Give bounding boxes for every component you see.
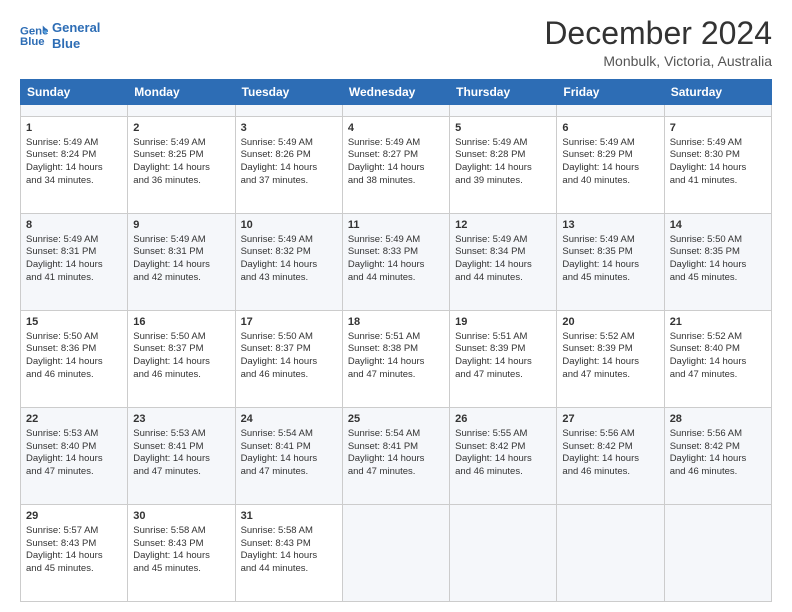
table-row: 2Sunrise: 5:49 AMSunset: 8:25 PMDaylight… (128, 116, 235, 213)
svg-text:Blue: Blue (20, 35, 45, 47)
table-row: 18Sunrise: 5:51 AMSunset: 8:38 PMDayligh… (342, 310, 449, 407)
table-row: 4Sunrise: 5:49 AMSunset: 8:27 PMDaylight… (342, 116, 449, 213)
col-sunday: Sunday (21, 80, 128, 105)
header: General Blue General Blue December 2024 … (20, 16, 772, 69)
table-row: 5Sunrise: 5:49 AMSunset: 8:28 PMDaylight… (450, 116, 557, 213)
table-row: 1Sunrise: 5:49 AMSunset: 8:24 PMDaylight… (21, 116, 128, 213)
table-row (557, 504, 664, 601)
col-wednesday: Wednesday (342, 80, 449, 105)
day-number: 28 (670, 412, 766, 427)
calendar-table: Sunday Monday Tuesday Wednesday Thursday… (20, 79, 772, 602)
page: General Blue General Blue December 2024 … (0, 0, 792, 612)
table-row: 8Sunrise: 5:49 AMSunset: 8:31 PMDaylight… (21, 213, 128, 310)
table-row: 6Sunrise: 5:49 AMSunset: 8:29 PMDaylight… (557, 116, 664, 213)
table-row: 25Sunrise: 5:54 AMSunset: 8:41 PMDayligh… (342, 407, 449, 504)
day-number: 7 (670, 121, 766, 136)
calendar-week-row: 15Sunrise: 5:50 AMSunset: 8:36 PMDayligh… (21, 310, 772, 407)
day-number: 11 (348, 218, 444, 233)
day-number: 22 (26, 412, 122, 427)
table-row: 23Sunrise: 5:53 AMSunset: 8:41 PMDayligh… (128, 407, 235, 504)
calendar-week-row: 22Sunrise: 5:53 AMSunset: 8:40 PMDayligh… (21, 407, 772, 504)
day-number: 16 (133, 315, 229, 330)
day-number: 12 (455, 218, 551, 233)
table-row (450, 504, 557, 601)
day-number: 21 (670, 315, 766, 330)
table-row (342, 504, 449, 601)
table-row (450, 105, 557, 116)
table-row: 13Sunrise: 5:49 AMSunset: 8:35 PMDayligh… (557, 213, 664, 310)
day-number: 1 (26, 121, 122, 136)
col-monday: Monday (128, 80, 235, 105)
table-row: 16Sunrise: 5:50 AMSunset: 8:37 PMDayligh… (128, 310, 235, 407)
table-row (664, 504, 771, 601)
day-number: 6 (562, 121, 658, 136)
day-number: 10 (241, 218, 337, 233)
day-number: 9 (133, 218, 229, 233)
day-number: 8 (26, 218, 122, 233)
day-number: 13 (562, 218, 658, 233)
table-row: 30Sunrise: 5:58 AMSunset: 8:43 PMDayligh… (128, 504, 235, 601)
col-friday: Friday (557, 80, 664, 105)
day-number: 5 (455, 121, 551, 136)
table-row: 10Sunrise: 5:49 AMSunset: 8:32 PMDayligh… (235, 213, 342, 310)
table-row: 15Sunrise: 5:50 AMSunset: 8:36 PMDayligh… (21, 310, 128, 407)
day-number: 2 (133, 121, 229, 136)
day-number: 26 (455, 412, 551, 427)
table-row (664, 105, 771, 116)
table-row: 7Sunrise: 5:49 AMSunset: 8:30 PMDaylight… (664, 116, 771, 213)
calendar-week-row: 1Sunrise: 5:49 AMSunset: 8:24 PMDaylight… (21, 116, 772, 213)
table-row: 9Sunrise: 5:49 AMSunset: 8:31 PMDaylight… (128, 213, 235, 310)
day-number: 17 (241, 315, 337, 330)
calendar-week-row: 8Sunrise: 5:49 AMSunset: 8:31 PMDaylight… (21, 213, 772, 310)
table-row: 11Sunrise: 5:49 AMSunset: 8:33 PMDayligh… (342, 213, 449, 310)
table-row (557, 105, 664, 116)
table-row: 3Sunrise: 5:49 AMSunset: 8:26 PMDaylight… (235, 116, 342, 213)
day-number: 23 (133, 412, 229, 427)
table-row: 19Sunrise: 5:51 AMSunset: 8:39 PMDayligh… (450, 310, 557, 407)
day-number: 31 (241, 509, 337, 524)
table-row (128, 105, 235, 116)
calendar-header-row: Sunday Monday Tuesday Wednesday Thursday… (21, 80, 772, 105)
col-thursday: Thursday (450, 80, 557, 105)
day-number: 25 (348, 412, 444, 427)
table-row: 28Sunrise: 5:56 AMSunset: 8:42 PMDayligh… (664, 407, 771, 504)
table-row: 26Sunrise: 5:55 AMSunset: 8:42 PMDayligh… (450, 407, 557, 504)
title-block: December 2024 Monbulk, Victoria, Austral… (544, 16, 772, 69)
day-number: 24 (241, 412, 337, 427)
day-number: 20 (562, 315, 658, 330)
day-number: 18 (348, 315, 444, 330)
table-row: 31Sunrise: 5:58 AMSunset: 8:43 PMDayligh… (235, 504, 342, 601)
day-number: 27 (562, 412, 658, 427)
col-saturday: Saturday (664, 80, 771, 105)
month-title: December 2024 (544, 16, 772, 51)
col-tuesday: Tuesday (235, 80, 342, 105)
table-row: 21Sunrise: 5:52 AMSunset: 8:40 PMDayligh… (664, 310, 771, 407)
table-row (342, 105, 449, 116)
logo-icon: General Blue (20, 22, 48, 50)
table-row: 29Sunrise: 5:57 AMSunset: 8:43 PMDayligh… (21, 504, 128, 601)
calendar-week-row: 29Sunrise: 5:57 AMSunset: 8:43 PMDayligh… (21, 504, 772, 601)
table-row (21, 105, 128, 116)
logo: General Blue General Blue (20, 20, 100, 51)
table-row: 14Sunrise: 5:50 AMSunset: 8:35 PMDayligh… (664, 213, 771, 310)
day-number: 30 (133, 509, 229, 524)
table-row (235, 105, 342, 116)
table-row: 17Sunrise: 5:50 AMSunset: 8:37 PMDayligh… (235, 310, 342, 407)
table-row: 20Sunrise: 5:52 AMSunset: 8:39 PMDayligh… (557, 310, 664, 407)
day-number: 15 (26, 315, 122, 330)
day-number: 3 (241, 121, 337, 136)
location: Monbulk, Victoria, Australia (544, 53, 772, 69)
table-row: 27Sunrise: 5:56 AMSunset: 8:42 PMDayligh… (557, 407, 664, 504)
logo-text: General Blue (52, 20, 100, 51)
table-row: 22Sunrise: 5:53 AMSunset: 8:40 PMDayligh… (21, 407, 128, 504)
day-number: 29 (26, 509, 122, 524)
day-number: 19 (455, 315, 551, 330)
table-row: 24Sunrise: 5:54 AMSunset: 8:41 PMDayligh… (235, 407, 342, 504)
calendar-week-row (21, 105, 772, 116)
table-row: 12Sunrise: 5:49 AMSunset: 8:34 PMDayligh… (450, 213, 557, 310)
day-number: 14 (670, 218, 766, 233)
day-number: 4 (348, 121, 444, 136)
